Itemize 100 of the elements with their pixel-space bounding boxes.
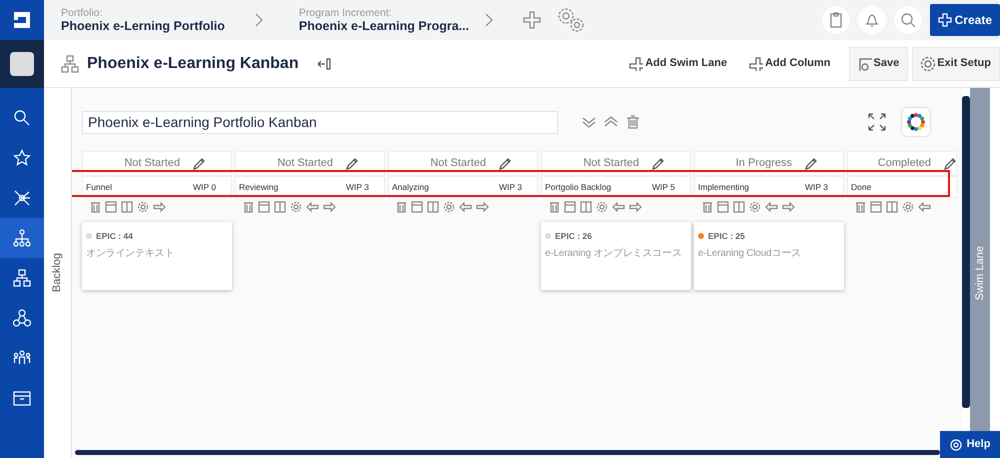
- row-layout-icon[interactable]: [258, 201, 270, 213]
- lifebuoy-icon: [950, 438, 962, 450]
- wip-limit: WIP 0: [193, 180, 216, 194]
- pencil-icon[interactable]: [943, 156, 956, 170]
- column-layout-icon[interactable]: [121, 201, 133, 213]
- backlog-label: Backlog: [50, 253, 64, 293]
- left-arrow-icon[interactable]: [306, 202, 319, 212]
- trash-icon[interactable]: [243, 201, 254, 213]
- column-layout-icon[interactable]: [886, 201, 898, 213]
- sitemap-icon: [61, 54, 79, 72]
- sidebar-item[interactable]: [0, 218, 44, 258]
- toolbar-button[interactable]: Exit Setup: [912, 46, 1000, 80]
- right-arrow-icon[interactable]: [323, 202, 336, 212]
- column-layout-icon[interactable]: [274, 201, 286, 213]
- gear-icon[interactable]: [290, 201, 302, 213]
- breadcrumb-link[interactable]: Phoenix e-Learning Progra...: [298, 18, 470, 34]
- row-layout-icon[interactable]: [411, 201, 423, 213]
- row-layout-icon[interactable]: [564, 201, 576, 213]
- clipboard-icon: [828, 12, 844, 28]
- bell-icon: [864, 12, 880, 28]
- collapse-icon[interactable]: [316, 56, 331, 70]
- column-layout-icon[interactable]: [580, 201, 592, 213]
- left-arrow-icon[interactable]: [765, 202, 778, 212]
- row-layout-icon[interactable]: [105, 201, 117, 213]
- create-button[interactable]: Create: [930, 4, 1000, 36]
- gear-icon[interactable]: [749, 201, 761, 213]
- column-name: Reviewing: [239, 180, 278, 194]
- plus-icon: [749, 56, 764, 70]
- trash-icon[interactable]: [626, 115, 640, 129]
- chevron-up-icon[interactable]: [604, 115, 618, 129]
- right-arrow-icon[interactable]: [629, 202, 642, 212]
- left-arrow-icon[interactable]: [612, 202, 625, 212]
- toolbar-button[interactable]: Save: [848, 46, 908, 80]
- right-arrow-icon[interactable]: [153, 202, 166, 212]
- trash-icon[interactable]: [855, 201, 866, 213]
- chevron-icon: [483, 12, 496, 28]
- gear-icon[interactable]: [902, 201, 914, 213]
- epic-card[interactable]: EPIC : 25 e-Leraning Cloudコース: [694, 222, 844, 290]
- nodes-icon: [13, 309, 31, 327]
- card-title: オンラインテキスト: [86, 246, 176, 261]
- help-button[interactable]: Help: [940, 431, 1000, 458]
- gear-icon: [921, 56, 936, 70]
- right-arrow-icon[interactable]: [476, 202, 489, 212]
- color-wheel-button[interactable]: [902, 108, 930, 136]
- expand-icon[interactable]: [868, 113, 886, 131]
- star-icon: [13, 149, 31, 167]
- toolbar-button[interactable]: Add Swim Lane: [621, 46, 736, 80]
- left-arrow-icon[interactable]: [918, 202, 931, 212]
- breadcrumb-link[interactable]: Phoenix e-Lerning Portfolio: [61, 18, 225, 34]
- gear-icon[interactable]: [137, 201, 149, 213]
- pencil-icon[interactable]: [192, 156, 205, 170]
- row-layout-icon[interactable]: [870, 201, 882, 213]
- gear-icon[interactable]: [596, 201, 608, 213]
- plus-icon: [629, 56, 644, 70]
- board-name-field[interactable]: Phoenix e-Learning Portfolio Kanban: [82, 110, 558, 134]
- column-layout-icon[interactable]: [733, 201, 745, 213]
- people-icon: [13, 349, 31, 367]
- wip-limit: WIP 3: [805, 180, 828, 194]
- icon-button[interactable]: [894, 6, 922, 34]
- search-icon: [900, 12, 916, 28]
- sitemap-icon: [13, 269, 31, 287]
- icon-button[interactable]: [858, 6, 886, 34]
- archive-icon: [13, 389, 31, 407]
- pencil-icon[interactable]: [498, 156, 511, 170]
- column-name: Portgolio Backlog: [545, 180, 612, 194]
- wip-limit: WIP 3: [499, 180, 522, 194]
- column-name: Implementing: [698, 180, 750, 194]
- column-name: Funnel: [86, 180, 112, 194]
- swim-lane-label: Swim Lane: [972, 246, 987, 300]
- logo-icon[interactable]: [12, 10, 32, 30]
- epic-card[interactable]: EPIC : 44 オンラインテキスト: [82, 222, 232, 290]
- wip-limit: WIP 5: [652, 180, 675, 194]
- breadcrumb-label: Program Increment:: [298, 6, 393, 19]
- column-name: Analyzing: [392, 180, 429, 194]
- epic-card[interactable]: EPIC : 26 e-Leraning オンプレミスコース: [541, 222, 691, 290]
- trash-icon[interactable]: [90, 201, 101, 213]
- card-title: e-Leraning Cloudコース: [698, 246, 802, 261]
- trash-icon[interactable]: [702, 201, 713, 213]
- gears-icon[interactable]: [557, 7, 586, 33]
- plus-icon: [938, 13, 952, 27]
- epic-id: EPIC : 25: [708, 230, 745, 243]
- trash-icon[interactable]: [549, 201, 560, 213]
- row-layout-icon[interactable]: [717, 201, 729, 213]
- toolbar-button[interactable]: Add Column: [741, 46, 838, 80]
- color-wheel-icon: [906, 112, 926, 132]
- column-status: Completed: [878, 156, 931, 172]
- trash-icon[interactable]: [396, 201, 407, 213]
- right-arrow-icon[interactable]: [782, 202, 795, 212]
- pencil-icon[interactable]: [345, 156, 358, 170]
- chevron-down-icon[interactable]: [582, 115, 596, 129]
- plus-icon[interactable]: [523, 11, 542, 29]
- column-layout-icon[interactable]: [427, 201, 439, 213]
- chevron-icon: [252, 12, 265, 28]
- pencil-icon[interactable]: [804, 156, 817, 170]
- pencil-icon[interactable]: [651, 156, 664, 170]
- avatar[interactable]: [10, 52, 34, 76]
- icon-button[interactable]: [822, 6, 850, 34]
- column-status: In Progress: [736, 156, 792, 172]
- gear-icon[interactable]: [443, 201, 455, 213]
- left-arrow-icon[interactable]: [459, 202, 472, 212]
